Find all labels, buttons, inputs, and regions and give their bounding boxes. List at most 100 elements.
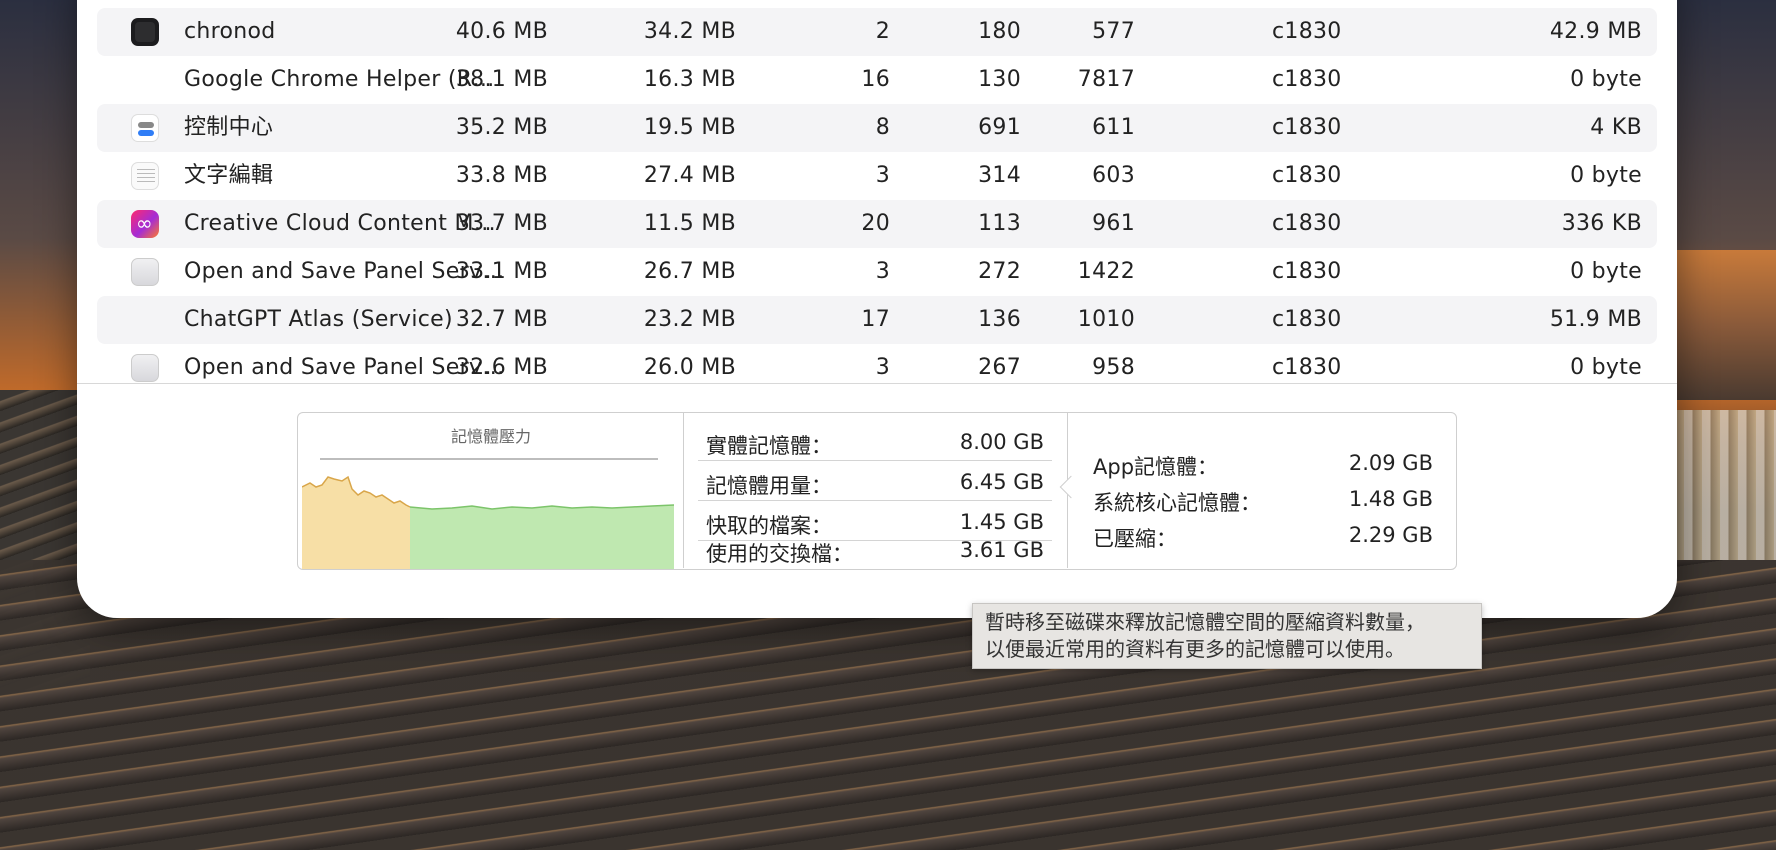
- user-cell: c1830: [1272, 307, 1342, 332]
- real-memory-cell: 26.0 MB: [643, 355, 736, 380]
- table-row[interactable]: Open and Save Panel Serv… 32.6 MB 26.0 M…: [97, 344, 1657, 392]
- process-name: Creative Cloud Content M…: [184, 211, 497, 236]
- box-icon: [131, 354, 159, 382]
- memory-cell: 33.7 MB: [455, 211, 548, 236]
- creative-cloud-icon: [131, 210, 159, 238]
- real-memory-cell: 11.5 MB: [643, 211, 736, 236]
- table-row[interactable]: chronod 40.6 MB 34.2 MB 2 180 577 c1830 …: [97, 8, 1657, 56]
- memory-pressure-graph: 記憶體壓力: [298, 413, 684, 569]
- memory-used-row[interactable]: 記憶體用量： 6.45 GB: [698, 461, 1052, 501]
- purgeable-cell: 42.9 MB: [1549, 19, 1642, 44]
- physical-memory-value: 8.00 GB: [959, 430, 1044, 454]
- pressure-separator: [320, 458, 658, 460]
- table-row[interactable]: ChatGPT Atlas (Service) 32.7 MB 23.2 MB …: [97, 296, 1657, 344]
- purgeable-cell: 0 byte: [1570, 163, 1642, 188]
- memory-cell: 40.6 MB: [455, 19, 548, 44]
- purgeable-cell: 0 byte: [1570, 67, 1642, 92]
- compressed-tooltip: 暫時移至磁碟來釋放記憶體空間的壓縮資料數量， 以便最近常用的資料有更多的記憶體可…: [972, 603, 1482, 669]
- memory-cell: 35.2 MB: [455, 115, 548, 140]
- compressed-row[interactable]: 已壓縮： 2.29 GB: [1093, 523, 1433, 553]
- purgeable-cell: 0 byte: [1570, 259, 1642, 284]
- pid-cell: 958: [1092, 355, 1135, 380]
- pressure-normal-area: [410, 505, 674, 569]
- user-cell: c1830: [1272, 115, 1342, 140]
- threads-cell: 20: [861, 211, 890, 236]
- pressure-warning-area: [302, 477, 410, 569]
- ports-cell: 136: [978, 307, 1021, 332]
- process-name: 控制中心: [184, 115, 274, 140]
- real-memory-cell: 19.5 MB: [643, 115, 736, 140]
- real-memory-cell: 26.7 MB: [643, 259, 736, 284]
- process-name: 文字編輯: [184, 163, 274, 188]
- desktop-mountain: [1666, 250, 1776, 400]
- compressed-label: 已壓縮：: [1093, 527, 1177, 551]
- wired-memory-label: 系統核心記憶體：: [1093, 491, 1261, 515]
- pid-cell: 1010: [1077, 307, 1135, 332]
- threads-cell: 17: [861, 307, 890, 332]
- swap-used-value: 3.61 GB: [959, 538, 1044, 562]
- purgeable-cell: 51.9 MB: [1549, 307, 1642, 332]
- textedit-icon: [131, 162, 159, 190]
- memory-used-label: 記憶體用量：: [706, 474, 832, 498]
- physical-memory-row: 實體記憶體： 8.00 GB: [698, 421, 1052, 461]
- pid-cell: 603: [1092, 163, 1135, 188]
- ports-cell: 272: [978, 259, 1021, 284]
- real-memory-cell: 34.2 MB: [643, 19, 736, 44]
- swap-used-label: 使用的交換檔：: [706, 542, 853, 566]
- threads-cell: 8: [875, 115, 890, 140]
- threads-cell: 3: [875, 259, 890, 284]
- threads-cell: 3: [875, 163, 890, 188]
- purgeable-cell: 4 KB: [1590, 115, 1642, 140]
- pid-cell: 611: [1092, 115, 1135, 140]
- memory-cell: 33.1 MB: [455, 259, 548, 284]
- ports-cell: 691: [978, 115, 1021, 140]
- user-cell: c1830: [1272, 67, 1342, 92]
- table-row[interactable]: 文字編輯 33.8 MB 27.4 MB 3 314 603 c1830 0 b…: [97, 152, 1657, 200]
- memory-detail: App記憶體： 2.09 GB 系統核心記憶體： 1.48 GB 已壓縮： 2.…: [1068, 413, 1456, 568]
- pid-cell: 1422: [1077, 259, 1135, 284]
- pressure-chart: [302, 475, 675, 569]
- user-cell: c1830: [1272, 211, 1342, 236]
- pid-cell: 7817: [1077, 67, 1135, 92]
- real-memory-cell: 23.2 MB: [643, 307, 736, 332]
- physical-memory-label: 實體記憶體：: [706, 434, 832, 458]
- threads-cell: 3: [875, 355, 890, 380]
- purgeable-cell: 0 byte: [1570, 355, 1642, 380]
- pid-cell: 577: [1092, 19, 1135, 44]
- activity-monitor-window: chronod 40.6 MB 34.2 MB 2 180 577 c1830 …: [77, 0, 1677, 618]
- app-memory-row: App記憶體： 2.09 GB: [1093, 451, 1433, 481]
- table-row[interactable]: Creative Cloud Content M… 33.7 MB 11.5 M…: [97, 200, 1657, 248]
- memory-pressure-title: 記憶體壓力: [450, 427, 531, 446]
- table-row[interactable]: 控制中心 35.2 MB 19.5 MB 8 691 611 c1830 4 K…: [97, 104, 1657, 152]
- desktop-building: [1666, 410, 1776, 560]
- table-divider: [77, 383, 1677, 384]
- terminal-icon: [131, 18, 159, 46]
- app-memory-label: App記憶體：: [1093, 455, 1219, 479]
- user-cell: c1830: [1272, 19, 1342, 44]
- user-cell: c1830: [1272, 355, 1342, 380]
- compressed-value: 2.29 GB: [1348, 523, 1433, 547]
- threads-cell: 16: [861, 67, 890, 92]
- ports-cell: 267: [978, 355, 1021, 380]
- real-memory-cell: 16.3 MB: [643, 67, 736, 92]
- tooltip-line-1: 暫時移至磁碟來釋放記憶體空間的壓縮資料數量，: [985, 610, 1425, 634]
- memory-cell: 38.1 MB: [455, 67, 548, 92]
- process-name: chronod: [184, 19, 276, 44]
- memory-cell: 32.7 MB: [455, 307, 548, 332]
- process-table: chronod 40.6 MB 34.2 MB 2 180 577 c1830 …: [97, 8, 1657, 392]
- process-name: Google Chrome Helper (R…: [184, 67, 495, 92]
- purgeable-cell: 336 KB: [1561, 211, 1642, 236]
- tooltip-line-2: 以便最近常用的資料有更多的記憶體可以使用。: [985, 637, 1405, 661]
- ports-cell: 113: [978, 211, 1021, 236]
- table-row[interactable]: Google Chrome Helper (R… 38.1 MB 16.3 MB…: [97, 56, 1657, 104]
- wired-memory-row: 系統核心記憶體： 1.48 GB: [1093, 487, 1433, 517]
- ports-cell: 130: [978, 67, 1021, 92]
- table-row[interactable]: Open and Save Panel Serv… 33.1 MB 26.7 M…: [97, 248, 1657, 296]
- user-cell: c1830: [1272, 259, 1342, 284]
- app-memory-value: 2.09 GB: [1348, 451, 1433, 475]
- wired-memory-value: 1.48 GB: [1348, 487, 1433, 511]
- box-icon: [131, 258, 159, 286]
- memory-used-value: 6.45 GB: [959, 470, 1044, 494]
- memory-cell: 33.8 MB: [455, 163, 548, 188]
- control-center-icon: [131, 114, 159, 142]
